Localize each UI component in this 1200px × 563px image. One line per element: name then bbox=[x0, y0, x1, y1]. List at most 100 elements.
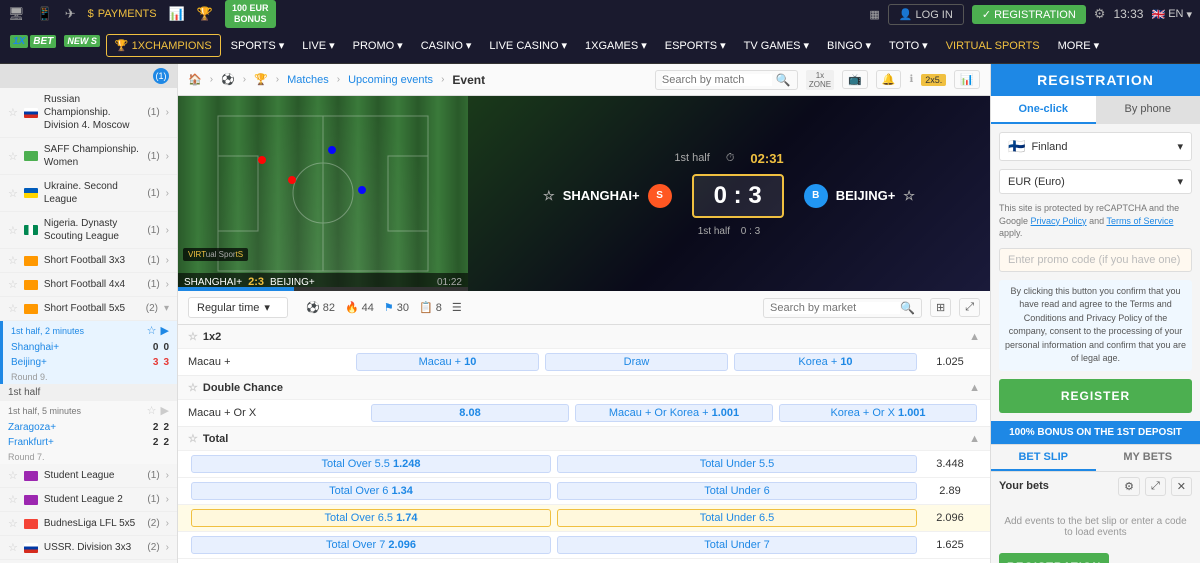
odds-section-header-1x2[interactable]: ☆ 1x2 ▲ bbox=[178, 325, 990, 348]
stream-area: SHANGHAI+ 2:3 BEIJING+ 01:22 VIRTual Spo… bbox=[178, 96, 990, 291]
market-search[interactable]: 🔍 bbox=[763, 298, 922, 318]
odds-btn-over-65[interactable]: Total Over 6.5 1.74 bbox=[191, 509, 551, 527]
view-toggle-button[interactable]: ⊞ bbox=[930, 298, 951, 317]
sidebar-item-saff[interactable]: ☆ SAFF Championship. Women (1) › bbox=[0, 138, 177, 175]
odds-btn-under-6[interactable]: Total Under 6 bbox=[557, 482, 917, 500]
odds-btn-macau-orx[interactable]: 8.08 bbox=[371, 404, 569, 422]
nav-item-toto[interactable]: TOTO ▾ bbox=[881, 35, 936, 56]
nav-item-live-casino[interactable]: LIVE CASINO ▾ bbox=[481, 35, 575, 56]
odds-btn-under-7[interactable]: Total Under 7 bbox=[557, 536, 917, 554]
second-period-label: 1st half, 5 minutes bbox=[8, 406, 81, 416]
nav-item-more[interactable]: MORE ▾ bbox=[1050, 35, 1108, 56]
expand-icon-button[interactable]: ⤢ bbox=[1145, 477, 1166, 496]
settings-icon-button[interactable]: ⚙ bbox=[1118, 477, 1140, 496]
market-search-input[interactable] bbox=[770, 302, 900, 314]
fullscreen-button[interactable]: ⤢ bbox=[959, 298, 980, 317]
nav-item-casino[interactable]: CASINO ▾ bbox=[413, 35, 480, 56]
register-button[interactable]: ✓ REGISTRATION bbox=[972, 5, 1086, 24]
stream-icon[interactable]: ▶ bbox=[161, 404, 169, 417]
trophy-icon[interactable]: 🏆 bbox=[197, 6, 213, 22]
home-link[interactable]: 🏠 bbox=[188, 73, 202, 86]
odds-btn-macau[interactable]: Macau + 10 bbox=[356, 353, 539, 371]
sidebar-item-ukraine[interactable]: ☆ Ukraine. Second League (1) › bbox=[0, 175, 177, 212]
nav-item-live[interactable]: LIVE ▾ bbox=[294, 35, 342, 56]
tv-icon-button[interactable]: 📺 bbox=[842, 70, 868, 89]
tab-one-click[interactable]: One-click bbox=[991, 96, 1096, 124]
nav-item-virtual-sports[interactable]: VIRTUAL SPORTS bbox=[938, 36, 1048, 56]
nav-item-1xchampions[interactable]: 🏆 1XCHAMPIONS bbox=[106, 34, 221, 57]
stream-icon[interactable]: ▶ bbox=[161, 324, 169, 337]
monitor-icon[interactable]: 🖥 bbox=[8, 6, 25, 22]
top-bar-left: 🖥 📱 ✈ $ PAYMENTS 📊 🏆 100 EUR BONUS bbox=[8, 0, 276, 28]
odds-btn-over-6[interactable]: Total Over 6 1.34 bbox=[191, 482, 551, 500]
chart-icon[interactable]: 📊 bbox=[169, 6, 185, 22]
odds-btn-under-65[interactable]: Total Under 6.5 bbox=[557, 509, 917, 527]
bonus-badge[interactable]: 100 EUR BONUS bbox=[225, 0, 276, 28]
promo-code-input[interactable]: Enter promo code (if you have one) bbox=[999, 248, 1192, 272]
sidebar-item-ussr[interactable]: ☆ USSR. Division 3x3 (2) › bbox=[0, 536, 177, 560]
period-selector[interactable]: Regular time ▾ bbox=[188, 297, 288, 318]
odds-btn-under-55[interactable]: Total Under 5.5 bbox=[557, 455, 917, 473]
nav-item-bingo[interactable]: BINGO ▾ bbox=[819, 35, 879, 56]
sidebar-item-russian-championship[interactable]: ☆ Russian Championship. Division 4. Mosc… bbox=[0, 88, 177, 138]
search-by-match[interactable]: 🔍 bbox=[655, 70, 798, 90]
sidebar-item-nigeria[interactable]: ☆ Nigeria. Dynasty Scouting League (1) › bbox=[0, 212, 177, 249]
sidebar-item-student[interactable]: ☆ Student League (1) › bbox=[0, 464, 177, 488]
bell-icon-button[interactable]: 🔔 bbox=[876, 70, 902, 89]
nav-item-tv-games[interactable]: TV GAMES ▾ bbox=[736, 35, 817, 56]
tab-by-phone[interactable]: By phone bbox=[1096, 96, 1200, 124]
terms-link[interactable]: Terms of Service bbox=[1106, 216, 1173, 226]
odds-section-header-total[interactable]: ☆ Total ▲ bbox=[178, 427, 990, 450]
telegram-icon[interactable]: ✈ bbox=[65, 6, 76, 22]
tab-bet-slip[interactable]: BET SLIP bbox=[991, 445, 1096, 471]
team-left-badge: S bbox=[648, 184, 672, 208]
nav-item-1xgames[interactable]: 1XGAMES ▾ bbox=[577, 35, 655, 56]
odds-section-header-double[interactable]: ☆ Double Chance ▲ bbox=[178, 376, 990, 399]
sidebar-item-short-5x5[interactable]: ☆ Short Football 5x5 (2) ▾ bbox=[0, 297, 177, 321]
nav-item-sports[interactable]: SPORTS ▾ bbox=[223, 35, 293, 56]
currency-selector[interactable]: EUR (Euro) ▾ bbox=[999, 169, 1192, 194]
nav-item-promo[interactable]: PROMO ▾ bbox=[345, 35, 411, 56]
football-link[interactable]: ⚽ bbox=[221, 73, 235, 86]
event-tab[interactable]: Event bbox=[452, 73, 485, 87]
odds-row-double: Macau + Or X 8.08 Macau + Or Korea + 1.0… bbox=[178, 399, 990, 426]
matches-tab[interactable]: Matches bbox=[287, 74, 329, 86]
upcoming-events-tab[interactable]: Upcoming events bbox=[348, 74, 433, 86]
register-main-button[interactable]: REGISTER bbox=[999, 379, 1192, 413]
odds-btn-over-55[interactable]: Total Over 5.5 1.248 bbox=[191, 455, 551, 473]
login-button[interactable]: 👤 LOG IN bbox=[888, 4, 964, 25]
odds-btn-over-7[interactable]: Total Over 7 2.096 bbox=[191, 536, 551, 554]
qr-icon[interactable]: ▦ bbox=[869, 8, 879, 21]
star-icon[interactable]: ☆ bbox=[147, 404, 157, 417]
match-count: (1) bbox=[147, 279, 159, 290]
tab-my-bets[interactable]: MY BETS bbox=[1096, 445, 1200, 471]
sidebar-item-student2[interactable]: ☆ Student League 2 (1) › bbox=[0, 488, 177, 512]
mobile-icon[interactable]: 📱 bbox=[37, 6, 53, 22]
sidebar-item-short-3x3[interactable]: ☆ Short Football 3x3 (1) › bbox=[0, 249, 177, 273]
bet-slip-register-button[interactable]: REGISTRATION bbox=[999, 553, 1109, 563]
nav-item-esports[interactable]: ESPORTS ▾ bbox=[657, 35, 734, 56]
language-selector[interactable]: 🇬🇧 EN ▾ bbox=[1151, 8, 1192, 21]
country-selector[interactable]: 🇫🇮 Finland ▾ bbox=[999, 132, 1192, 161]
league-link[interactable]: 🏆 bbox=[254, 73, 268, 86]
odds-btn-korea[interactable]: Korea + 10 bbox=[734, 353, 917, 371]
privacy-policy-link[interactable]: Privacy Policy bbox=[1031, 216, 1087, 226]
odds-btn-macau-orkorea[interactable]: Macau + Or Korea + 1.001 bbox=[575, 404, 773, 422]
logo[interactable]: 1XBET NEW S bbox=[8, 33, 100, 59]
sidebar-item-short-4x4[interactable]: ☆ Short Football 4x4 (1) › bbox=[0, 273, 177, 297]
registration-tabs: One-click By phone bbox=[991, 96, 1200, 124]
chevron-down-icon: ▾ bbox=[1177, 175, 1183, 188]
odds-btn-korea-orx[interactable]: Korea + Or X 1.001 bbox=[779, 404, 977, 422]
odds-btn-draw[interactable]: Draw bbox=[545, 353, 728, 371]
chart-bar-icon-button[interactable]: 📊 bbox=[954, 70, 980, 89]
settings-icon[interactable]: ⚙ bbox=[1094, 6, 1106, 22]
chevron-up-icon: ▲ bbox=[969, 331, 980, 343]
payments-button[interactable]: $ PAYMENTS bbox=[88, 8, 157, 20]
sidebar-item-budnes[interactable]: ☆ BudnesLiga LFL 5x5 (2) › bbox=[0, 512, 177, 536]
close-icon-button[interactable]: ✕ bbox=[1171, 477, 1192, 496]
league-name: Short Football 5x5 bbox=[44, 302, 140, 315]
chevron-up-icon: ▲ bbox=[969, 382, 980, 394]
search-by-match-input[interactable] bbox=[662, 74, 772, 86]
chevron-right-icon: › bbox=[166, 225, 169, 236]
star-active-icon[interactable]: ☆ bbox=[147, 324, 157, 337]
